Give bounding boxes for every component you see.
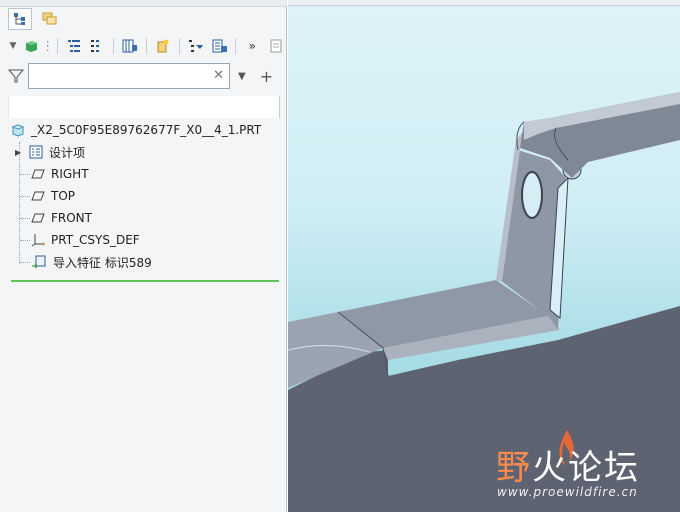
datum-plane-icon bbox=[31, 191, 45, 201]
watermark-brand-first: 野 bbox=[496, 448, 532, 488]
tree-root[interactable]: _X2_5C0F95E89762677F_X0__4_1.PRT bbox=[11, 120, 261, 140]
tab-layers[interactable] bbox=[38, 8, 62, 30]
tree-settings-button[interactable] bbox=[209, 35, 231, 57]
panel-tabs bbox=[0, 6, 287, 32]
toolbar-separator bbox=[235, 38, 237, 54]
list-filter-icon bbox=[91, 40, 100, 52]
part-hole bbox=[521, 171, 543, 219]
tree-item-top[interactable]: TOP bbox=[31, 186, 75, 206]
toolbar-separator bbox=[56, 38, 58, 54]
columns-icon bbox=[122, 39, 138, 53]
tree-item-label: 导入特征 标识589 bbox=[53, 255, 152, 270]
search-input[interactable] bbox=[33, 65, 217, 89]
more-vertical-icon[interactable]: ⋮ bbox=[41, 35, 54, 57]
watermark-url: www.proewildfire.cn bbox=[497, 485, 638, 499]
search-row: ✕ ▼ + bbox=[8, 62, 280, 90]
part-cube-icon bbox=[25, 41, 37, 52]
coordinate-system-icon bbox=[31, 234, 45, 247]
settings-button[interactable] bbox=[152, 35, 174, 57]
tree-item-label: PRT_CSYS_DEF bbox=[51, 233, 140, 247]
add-filter-icon[interactable]: + bbox=[260, 67, 273, 86]
tree-item-import-feature[interactable]: 导入特征 标识589 bbox=[31, 252, 152, 272]
tree-guide-branch bbox=[20, 218, 30, 219]
tree-guide-branch bbox=[20, 262, 30, 263]
filter-dropdown-button[interactable] bbox=[185, 35, 207, 57]
settings-highlight-icon bbox=[157, 39, 169, 53]
toolbar-separator bbox=[178, 38, 180, 54]
expand-arrow-icon[interactable]: ▶ bbox=[15, 148, 23, 157]
overflow-chevron-icon[interactable]: » bbox=[241, 35, 263, 57]
toolbar-separator bbox=[146, 38, 148, 54]
filter-funnel-icon[interactable] bbox=[8, 68, 24, 84]
tree-item-csys[interactable]: PRT_CSYS_DEF bbox=[31, 230, 140, 250]
filter-tree-icon bbox=[188, 40, 203, 52]
watermark-brand: 野火论坛 bbox=[496, 440, 640, 489]
layers-icon bbox=[42, 12, 57, 25]
tree-columns-button[interactable] bbox=[119, 35, 141, 57]
tree-list-button[interactable] bbox=[63, 35, 85, 57]
clear-icon[interactable]: ✕ bbox=[213, 68, 224, 83]
datum-plane-icon bbox=[31, 213, 45, 223]
search-dropdown-icon[interactable]: ▼ bbox=[238, 71, 246, 82]
tree-header-strip bbox=[8, 96, 280, 118]
document-icon bbox=[270, 39, 282, 53]
model-tree-icon bbox=[14, 13, 25, 25]
tree-item-right[interactable]: RIGHT bbox=[31, 164, 89, 184]
document-button[interactable] bbox=[265, 35, 287, 57]
search-box: ✕ bbox=[28, 63, 230, 89]
tree-item-label: RIGHT bbox=[51, 167, 89, 181]
tab-model-tree[interactable] bbox=[8, 8, 32, 30]
tree-insert-marker[interactable] bbox=[11, 280, 279, 282]
tree-item-front[interactable]: FRONT bbox=[31, 208, 92, 228]
graphics-viewport[interactable] bbox=[288, 0, 680, 512]
part-model-render bbox=[288, 92, 680, 512]
watermark-brand-rest: 火论坛 bbox=[532, 448, 640, 488]
tree-settings-icon bbox=[212, 39, 227, 53]
tree-item-design-items[interactable]: ▶ 设计项 bbox=[15, 142, 85, 162]
tree-guide-branch bbox=[20, 240, 30, 241]
part-view-button[interactable] bbox=[20, 35, 42, 57]
tree-filter-list-button[interactable] bbox=[86, 35, 108, 57]
tree-item-label: TOP bbox=[51, 189, 76, 203]
tree-guide-branch bbox=[20, 174, 30, 175]
tree-root-label: _X2_5C0F95E89762677F_X0__4_1.PRT bbox=[31, 123, 262, 137]
tree-toolbar: ▼ ⋮ » bbox=[0, 33, 287, 59]
tree-guide-branch bbox=[20, 196, 30, 197]
import-feature-icon bbox=[32, 255, 46, 269]
toolbar-separator bbox=[113, 38, 115, 54]
tree-item-label: FRONT bbox=[51, 211, 92, 225]
dropdown-arrow-icon[interactable]: ▼ bbox=[8, 35, 18, 57]
datum-plane-icon bbox=[31, 169, 45, 179]
design-items-icon bbox=[29, 145, 43, 159]
part-icon bbox=[11, 124, 25, 137]
model-tree-panel: ▼ ⋮ » ✕ ▼ + _X2_5C0F95E89762677F_X0__4_1… bbox=[0, 0, 287, 512]
list-tree-icon bbox=[67, 40, 80, 52]
tree-item-label: 设计项 bbox=[49, 145, 86, 160]
